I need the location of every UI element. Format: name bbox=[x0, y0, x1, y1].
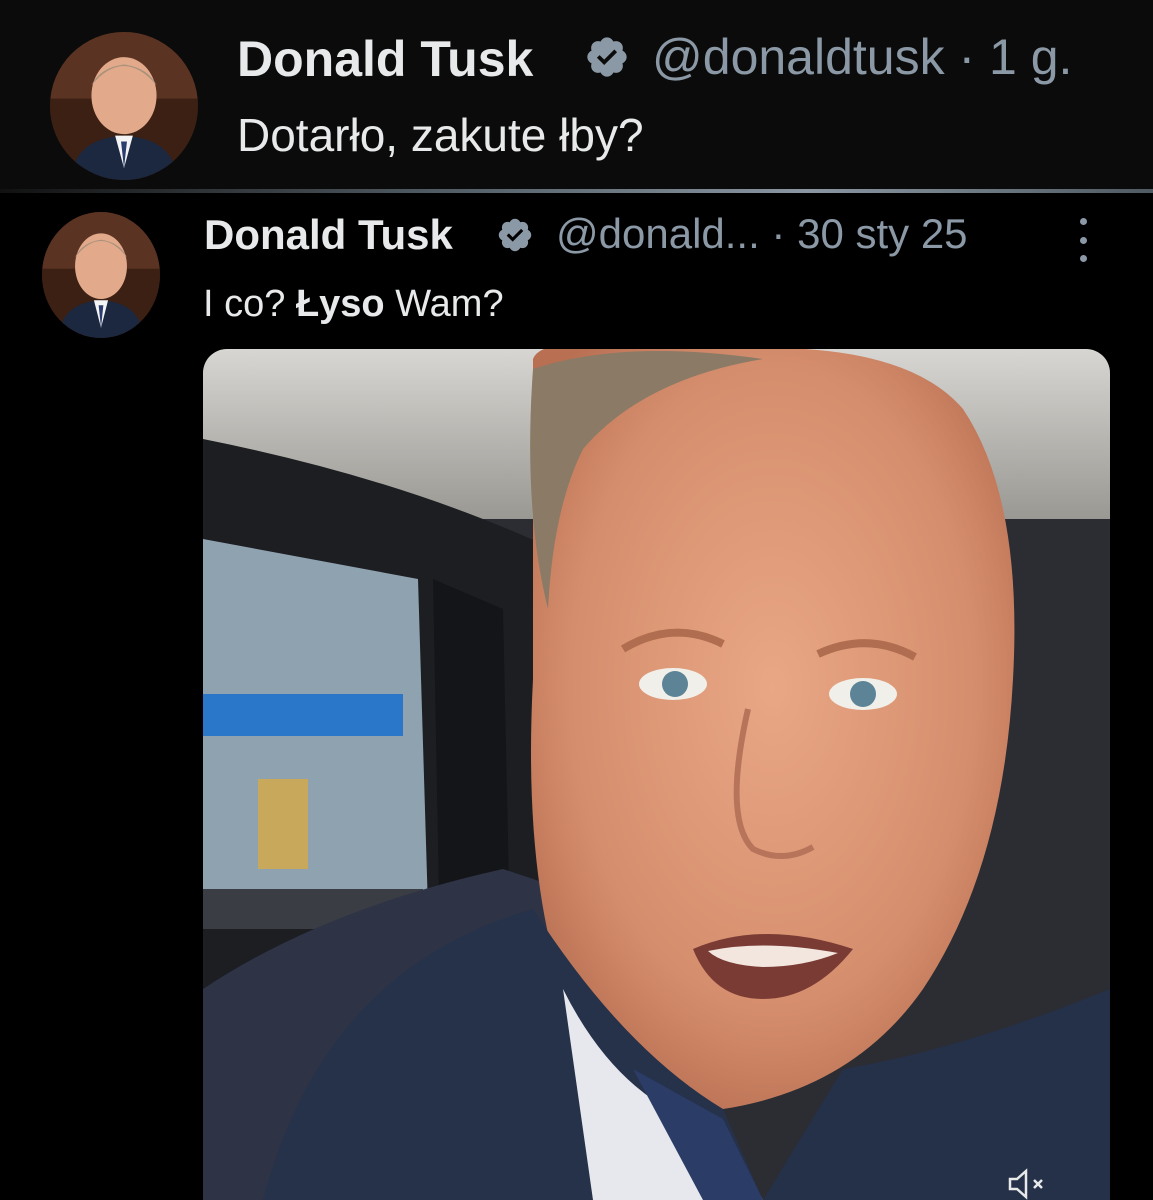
more-options-icon[interactable] bbox=[1074, 218, 1092, 262]
video-frame bbox=[203, 349, 1110, 1200]
handle-and-time[interactable]: @donaldtusk · 1 g. bbox=[652, 28, 1072, 86]
tweet-text: I co? Łyso Wam? bbox=[203, 283, 504, 326]
author-name[interactable]: Donald Tusk bbox=[237, 30, 533, 88]
verified-badge-icon bbox=[498, 218, 532, 252]
handle[interactable]: @donald... bbox=[556, 210, 760, 257]
timestamp[interactable]: 1 g. bbox=[989, 29, 1072, 85]
separator-dot: · bbox=[759, 210, 798, 257]
avatar[interactable] bbox=[50, 32, 198, 180]
main-tweet[interactable]: Donald Tusk @donaldtusk · 1 g. Dotarło, … bbox=[0, 0, 1153, 190]
divider bbox=[0, 189, 1153, 193]
text-before: I co? bbox=[203, 283, 296, 325]
date[interactable]: 30 sty 25 bbox=[797, 210, 967, 257]
separator-dot: · bbox=[944, 29, 990, 85]
text-bold: Łyso bbox=[295, 283, 385, 325]
verified-badge-icon bbox=[587, 37, 627, 77]
handle-and-date[interactable]: @donald... · 30 sty 25 bbox=[556, 210, 968, 258]
text-after: Wam? bbox=[384, 283, 504, 325]
volume-muted-icon[interactable] bbox=[1004, 1168, 1058, 1200]
author-name[interactable]: Donald Tusk bbox=[204, 211, 453, 259]
tweet-text: Dotarło, zakute łby? bbox=[237, 109, 644, 161]
video-player[interactable] bbox=[203, 349, 1110, 1200]
handle[interactable]: @donaldtusk bbox=[652, 29, 945, 85]
avatar[interactable] bbox=[42, 212, 160, 338]
